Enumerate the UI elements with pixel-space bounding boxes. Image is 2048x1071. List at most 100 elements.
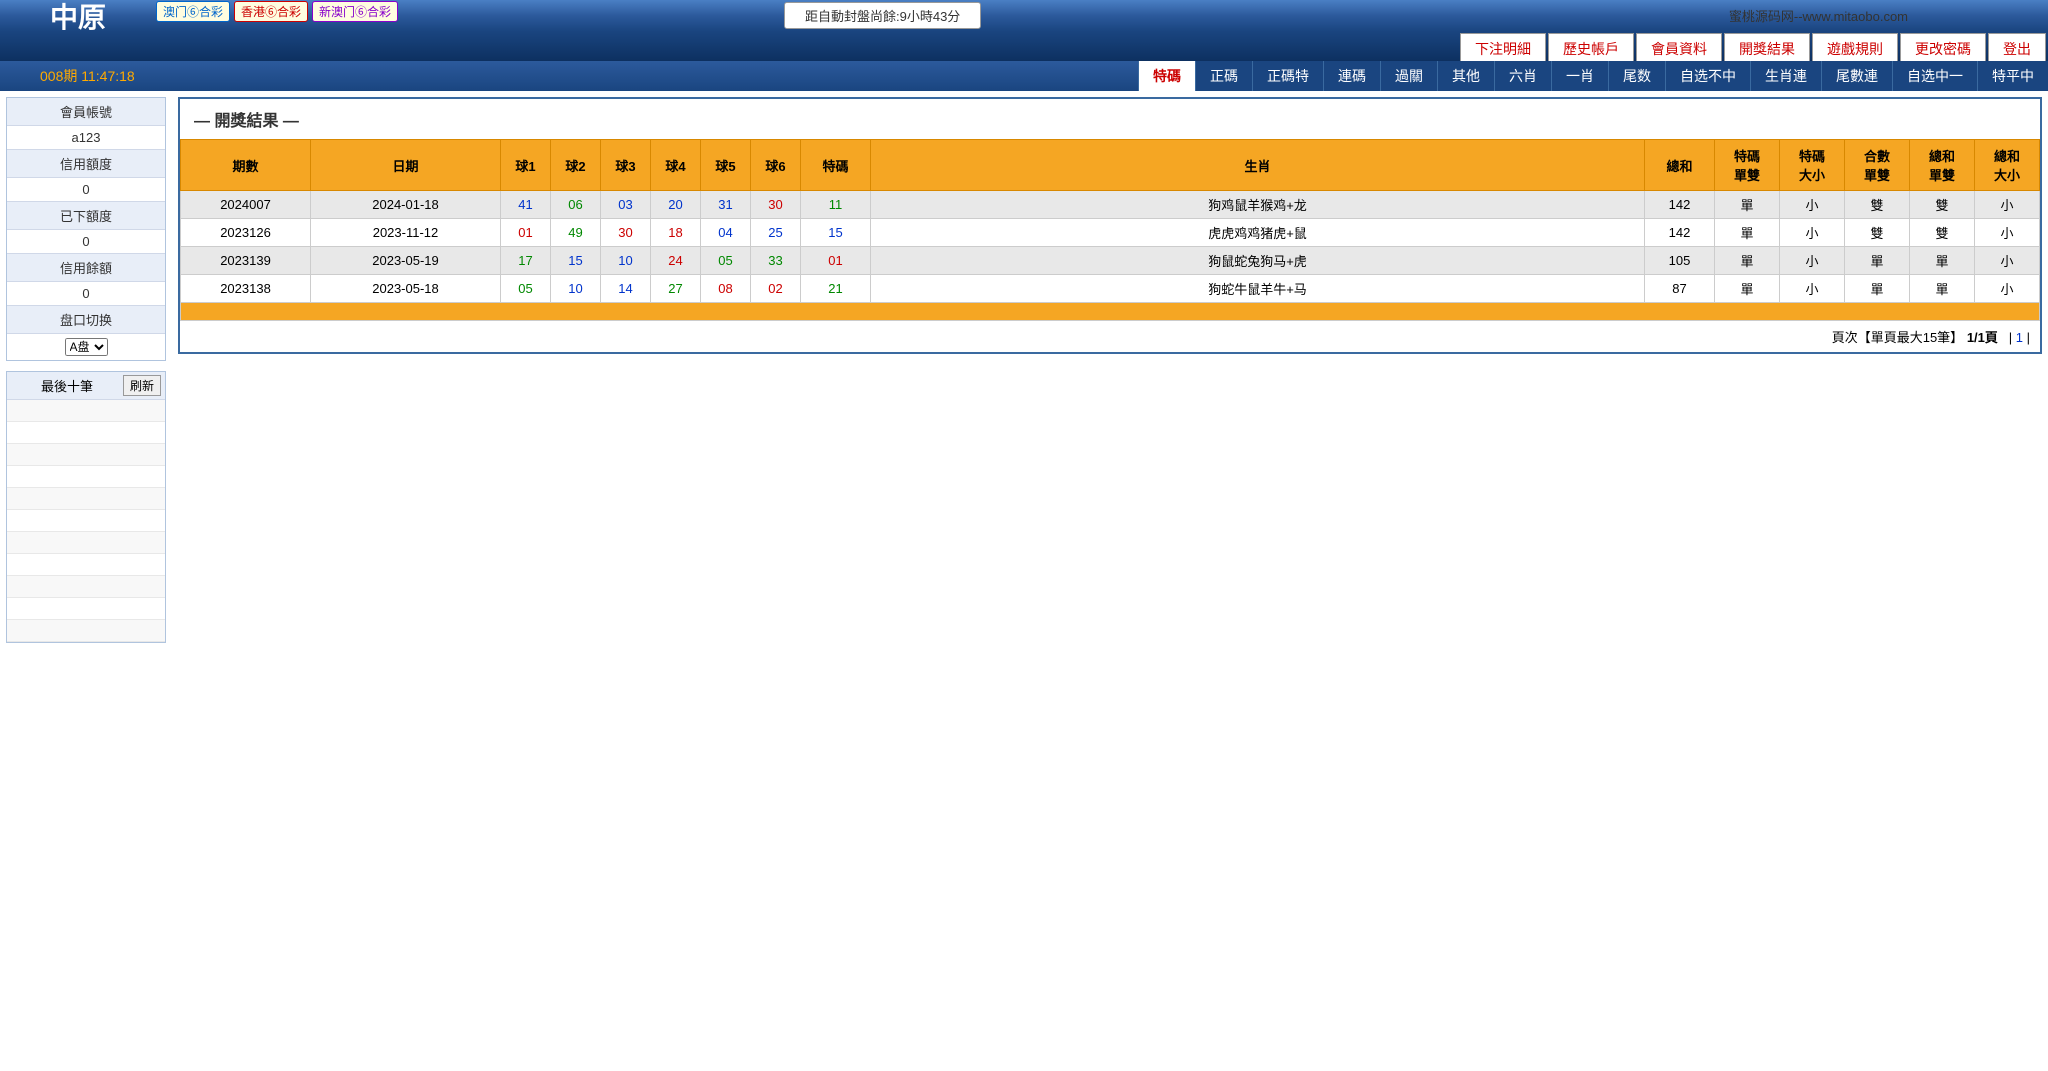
table-cell: 30: [601, 219, 651, 247]
table-row: 20240072024-01-1841060320313011狗鸡鼠羊猴鸡+龙1…: [181, 191, 2040, 219]
table-cell: 雙: [1845, 191, 1910, 219]
table-cell: 雙: [1845, 219, 1910, 247]
pagination-link[interactable]: 1: [2016, 330, 2023, 345]
countdown-box: 距自動封盤尚餘:9小時43分: [784, 2, 981, 29]
pagination-info: 1/1頁: [1967, 330, 1998, 345]
pagination-sep-end: |: [2027, 330, 2030, 345]
main-tab-1[interactable]: 正碼: [1195, 61, 1252, 91]
table-cell: 21: [801, 275, 871, 303]
table-cell: 41: [501, 191, 551, 219]
result-title: — 開獎結果 —: [180, 99, 2040, 139]
table-cell: 01: [801, 247, 871, 275]
main-tab-2[interactable]: 正碼特: [1252, 61, 1323, 91]
table-cell: 小: [1780, 275, 1845, 303]
table-cell: 2023126: [181, 219, 311, 247]
table-cell: 2023138: [181, 275, 311, 303]
table-cell: 01: [501, 219, 551, 247]
recent-empty-row: [7, 576, 165, 598]
remaining-label: 信用餘額: [7, 254, 165, 282]
badge-hongkong[interactable]: 香港⑥合彩: [234, 1, 308, 22]
table-cell: 雙: [1910, 219, 1975, 247]
remaining-value: 0: [7, 282, 165, 306]
period-time: 008期 11:47:18: [0, 66, 135, 86]
table-cell: 06: [551, 191, 601, 219]
recent-rows: [7, 400, 165, 642]
main-tab-4[interactable]: 過關: [1380, 61, 1437, 91]
table-cell: 10: [601, 247, 651, 275]
table-cell: 狗鼠蛇兔狗马+虎: [871, 247, 1645, 275]
table-cell: 單: [1715, 275, 1780, 303]
main-tab-12[interactable]: 自选中一: [1892, 61, 1977, 91]
table-cell: 05: [501, 275, 551, 303]
table-cell: 單: [1845, 275, 1910, 303]
main-tab-7[interactable]: 一肖: [1551, 61, 1608, 91]
main-tabs: 特碼正碼正碼特連碼過關其他六肖一肖尾数自选不中生肖連尾數連自选中一特平中: [1138, 61, 2048, 91]
table-cell: 虎虎鸡鸡猪虎+鼠: [871, 219, 1645, 247]
result-header: 球5: [701, 140, 751, 191]
result-header: 球2: [551, 140, 601, 191]
table-cell: 小: [1780, 247, 1845, 275]
table-cell: 20: [651, 191, 701, 219]
header-mid: 下注明細歷史帳戶會員資料開獎結果遊戲規則更改密碼登出: [0, 31, 2048, 61]
account-value: a123: [7, 126, 165, 150]
table-cell: 14: [601, 275, 651, 303]
table-cell: 03: [601, 191, 651, 219]
result-header: 日期: [311, 140, 501, 191]
table-cell: 單: [1715, 191, 1780, 219]
table-cell: 2024-01-18: [311, 191, 501, 219]
table-row: 20231382023-05-1805101427080221狗蛇牛鼠羊牛+马8…: [181, 275, 2040, 303]
main-tab-0[interactable]: 特碼: [1138, 61, 1195, 91]
main-tab-3[interactable]: 連碼: [1323, 61, 1380, 91]
placed-label: 已下額度: [7, 202, 165, 230]
table-cell: 2024007: [181, 191, 311, 219]
table-cell: 05: [701, 247, 751, 275]
badge-macau[interactable]: 澳门⑥合彩: [156, 1, 230, 22]
result-box: — 開獎結果 — 期數日期球1球2球3球4球5球6特碼生肖總和特碼單雙特碼大小合…: [178, 97, 2042, 354]
account-panel: 會員帳號 a123 信用額度 0 已下額度 0 信用餘額 0 盘口切换 A盘: [6, 97, 166, 361]
recent-empty-row: [7, 532, 165, 554]
main-tab-13[interactable]: 特平中: [1977, 61, 2048, 91]
main-tab-9[interactable]: 自选不中: [1665, 61, 1750, 91]
recent-empty-row: [7, 400, 165, 422]
badge-new-macau[interactable]: 新澳门⑥合彩: [312, 1, 398, 22]
main-tab-5[interactable]: 其他: [1437, 61, 1494, 91]
recent-empty-row: [7, 444, 165, 466]
account-label: 會員帳號: [7, 98, 165, 126]
pagination: 頁次【單頁最大15筆】 1/1頁 | 1 |: [180, 321, 2040, 352]
content-wrapper: 會員帳號 a123 信用額度 0 已下額度 0 信用餘額 0 盘口切换 A盘 最…: [0, 91, 2048, 649]
main-tab-8[interactable]: 尾数: [1608, 61, 1665, 91]
table-cell: 雙: [1910, 191, 1975, 219]
recent-panel: 最後十筆 刷新: [6, 371, 166, 643]
table-cell: 10: [551, 275, 601, 303]
market-select-row: A盘: [7, 334, 165, 360]
result-header: 球1: [501, 140, 551, 191]
table-cell: 49: [551, 219, 601, 247]
table-cell: 04: [701, 219, 751, 247]
table-cell: 31: [701, 191, 751, 219]
result-header: 球6: [751, 140, 801, 191]
main-tab-10[interactable]: 生肖連: [1750, 61, 1821, 91]
recent-empty-row: [7, 510, 165, 532]
placed-value: 0: [7, 230, 165, 254]
table-cell: 狗鸡鼠羊猴鸡+龙: [871, 191, 1645, 219]
main-tab-11[interactable]: 尾數連: [1821, 61, 1892, 91]
credit-limit-value: 0: [7, 178, 165, 202]
header-bottom: 008期 11:47:18 特碼正碼正碼特連碼過關其他六肖一肖尾数自选不中生肖連…: [0, 61, 2048, 91]
result-header: 球4: [651, 140, 701, 191]
table-cell: 單: [1910, 275, 1975, 303]
result-header: 總和大小: [1975, 140, 2040, 191]
table-cell: 08: [701, 275, 751, 303]
result-header: 球3: [601, 140, 651, 191]
refresh-button[interactable]: 刷新: [123, 375, 161, 396]
market-select[interactable]: A盘: [65, 338, 108, 356]
recent-title: 最後十筆: [11, 376, 123, 395]
pagination-sep: |: [2009, 330, 2012, 345]
table-cell: 小: [1975, 247, 2040, 275]
result-header: 總和單雙: [1910, 140, 1975, 191]
table-cell: 33: [751, 247, 801, 275]
main-tab-6[interactable]: 六肖: [1494, 61, 1551, 91]
table-cell: 11: [801, 191, 871, 219]
table-cell: 30: [751, 191, 801, 219]
result-table: 期數日期球1球2球3球4球5球6特碼生肖總和特碼單雙特碼大小合數單雙總和單雙總和…: [180, 139, 2040, 321]
table-cell: 2023139: [181, 247, 311, 275]
